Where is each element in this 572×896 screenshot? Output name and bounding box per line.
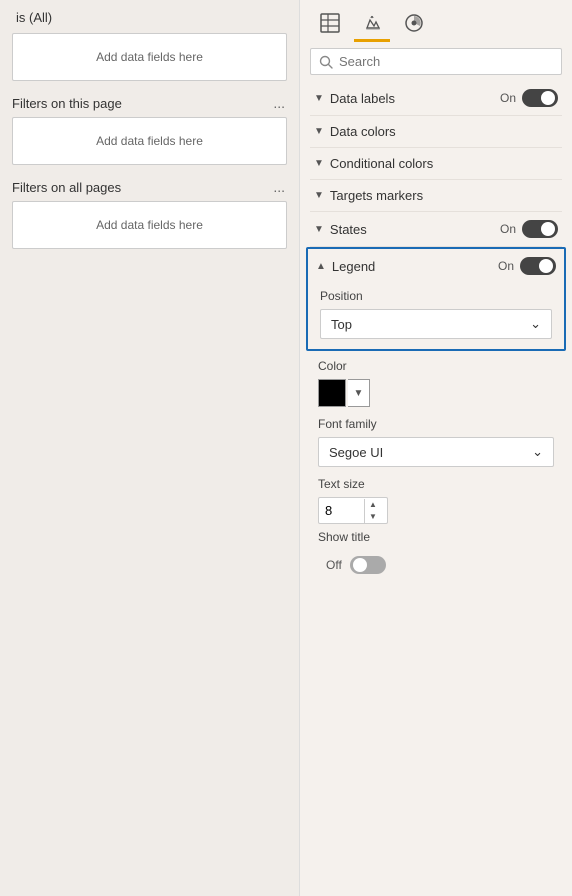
text-size-input-wrap: 8 ▲ ▼	[318, 497, 388, 524]
drop-zone-3[interactable]: Add data fields here	[12, 201, 287, 249]
filters-all-menu-button[interactable]: ...	[271, 179, 287, 195]
spinner-down-button[interactable]: ▼	[365, 511, 381, 523]
text-size-label: Text size	[318, 477, 554, 491]
chevron-up-icon-legend: ▲	[316, 261, 326, 272]
legend-section: ▲ Legend On Position Top ⌄	[306, 247, 566, 351]
search-bar	[310, 48, 562, 75]
toggle-data-labels[interactable]	[522, 89, 558, 107]
prop-label-states: States	[330, 222, 367, 237]
font-family-dropdown[interactable]: Segoe UI ⌄	[318, 437, 554, 467]
prop-row-conditional-colors[interactable]: ▼ Conditional colors	[310, 148, 562, 180]
filters-page-menu-button[interactable]: ...	[271, 95, 287, 111]
filters-all-section-header: Filters on all pages ...	[12, 179, 287, 195]
legend-font-section: Font family Segoe UI ⌄	[310, 407, 562, 467]
prop-row-states[interactable]: ▼ States On	[310, 212, 562, 247]
position-dropdown[interactable]: Top ⌄	[320, 309, 552, 339]
color-swatch[interactable]	[318, 379, 346, 407]
legend-position-section: Position Top ⌄	[312, 283, 560, 339]
chevron-right-icon-states: ▼	[314, 224, 324, 235]
prop-row-data-labels[interactable]: ▼ Data labels On	[310, 81, 562, 116]
legend-label: Legend	[332, 259, 375, 274]
filters-page-title: Filters on this page	[12, 96, 122, 111]
prop-label-data-labels: Data labels	[330, 91, 395, 106]
toggle-legend[interactable]	[520, 257, 556, 275]
spinner-buttons: ▲ ▼	[364, 499, 381, 523]
show-title-label: Show title	[318, 530, 554, 544]
filters-all-title: Filters on all pages	[12, 180, 121, 195]
drop-zone-1[interactable]: Add data fields here	[12, 33, 287, 81]
is-all-label: is (All)	[12, 10, 287, 25]
show-title-section: Show title Off	[310, 524, 562, 574]
spinner-up-button[interactable]: ▲	[365, 499, 381, 511]
legend-color-section: Color ▼	[310, 351, 562, 407]
prop-label-data-colors: Data colors	[330, 124, 396, 139]
toolbar	[300, 0, 572, 42]
show-title-row: Off	[318, 550, 554, 574]
prop-toggle-label-data-labels: On	[500, 91, 516, 105]
show-title-state-label: Off	[326, 558, 342, 572]
properties-list: ▼ Data labels On ▼ Data colors ▼ Conditi…	[300, 81, 572, 896]
toggle-show-title[interactable]	[350, 556, 386, 574]
table-icon[interactable]	[312, 6, 348, 42]
position-label: Position	[320, 289, 552, 303]
drop-zone-2[interactable]: Add data fields here	[12, 117, 287, 165]
search-icon	[319, 55, 333, 69]
chevron-right-icon-targets: ▼	[314, 190, 324, 201]
analytics-icon[interactable]	[396, 6, 432, 42]
prop-row-targets-markers[interactable]: ▼ Targets markers	[310, 180, 562, 212]
color-label: Color	[318, 359, 554, 373]
color-row: ▼	[318, 379, 554, 407]
search-input[interactable]	[339, 54, 553, 69]
font-family-value: Segoe UI	[329, 445, 383, 460]
font-chevron-icon: ⌄	[532, 444, 543, 460]
left-panel: is (All) Add data fields here Filters on…	[0, 0, 300, 896]
position-chevron-icon: ⌄	[530, 316, 541, 332]
text-size-input[interactable]: 8	[319, 498, 364, 523]
filters-page-section-header: Filters on this page ...	[12, 95, 287, 111]
prop-label-conditional-colors: Conditional colors	[330, 156, 433, 171]
chevron-down-icon: ▼	[314, 93, 324, 104]
chevron-right-icon-data-colors: ▼	[314, 126, 324, 137]
toggle-states[interactable]	[522, 220, 558, 238]
font-family-label: Font family	[318, 417, 554, 431]
legend-text-size-section: Text size 8 ▲ ▼	[310, 467, 562, 524]
color-dropdown-button[interactable]: ▼	[348, 379, 370, 407]
legend-toggle-label: On	[498, 259, 514, 273]
paint-icon[interactable]	[354, 6, 390, 42]
chevron-right-icon-conditional: ▼	[314, 158, 324, 169]
position-value: Top	[331, 317, 352, 332]
right-panel: ▼ Data labels On ▼ Data colors ▼ Conditi…	[300, 0, 572, 896]
prop-label-targets-markers: Targets markers	[330, 188, 423, 203]
legend-header[interactable]: ▲ Legend On	[312, 249, 560, 283]
prop-row-data-colors[interactable]: ▼ Data colors	[310, 116, 562, 148]
prop-toggle-label-states: On	[500, 222, 516, 236]
